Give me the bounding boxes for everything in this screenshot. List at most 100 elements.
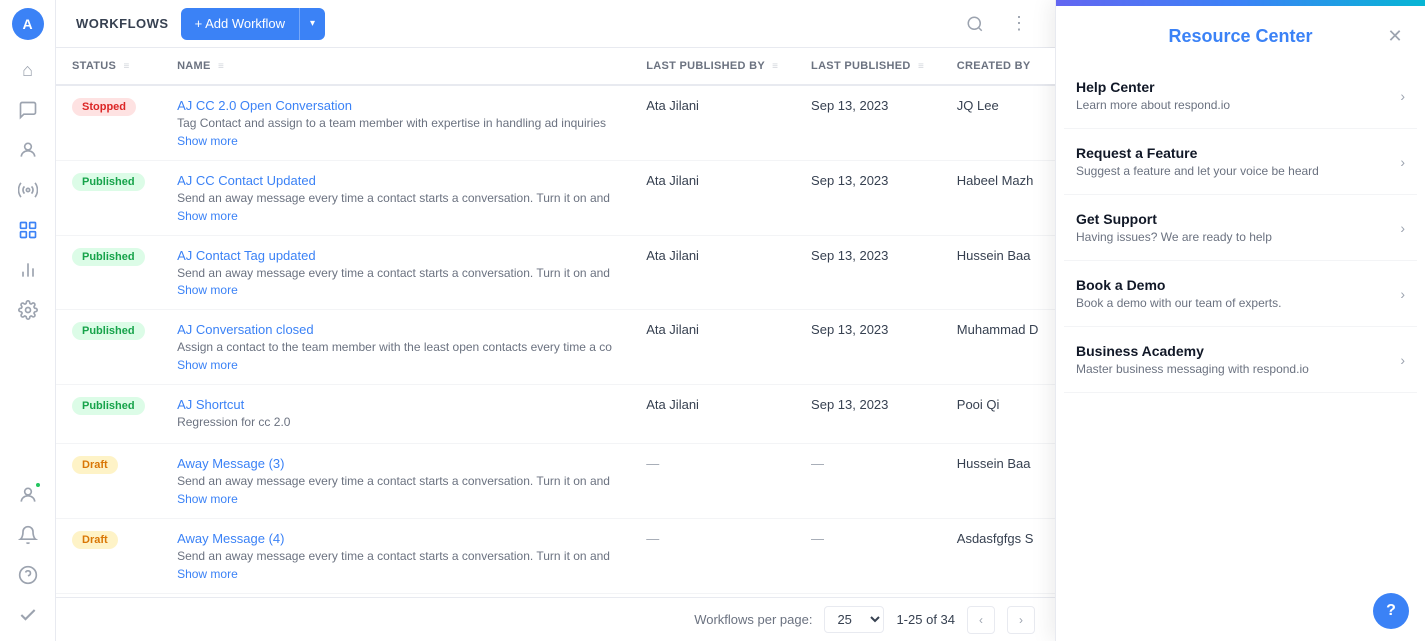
name-cell: AJ CC Contact Updated Send an away messa… bbox=[161, 160, 630, 235]
show-more-link[interactable]: Show more bbox=[177, 492, 614, 506]
show-more-link[interactable]: Show more bbox=[177, 134, 614, 148]
status-badge: Stopped bbox=[72, 98, 136, 116]
status-column-header[interactable]: STATUS ≡ bbox=[56, 48, 161, 85]
resource-item-desc: Master business messaging with respond.i… bbox=[1076, 362, 1392, 376]
contacts-icon[interactable] bbox=[10, 132, 46, 168]
lp-filter-icon: ≡ bbox=[918, 61, 924, 72]
chevron-right-icon: › bbox=[1400, 352, 1405, 368]
last-published-by-cell: — bbox=[630, 518, 795, 593]
table-row: Published AJ Contact Tag updated Send an… bbox=[56, 235, 1055, 310]
resource-item-content: Business Academy Master business messagi… bbox=[1076, 343, 1392, 376]
per-page-select[interactable]: 25 50 100 bbox=[824, 606, 884, 633]
last-published-by-column-header[interactable]: LAST PUBLISHED BY ≡ bbox=[630, 48, 795, 85]
show-more-link[interactable]: Show more bbox=[177, 209, 614, 223]
created-by-column-header[interactable]: CREATED BY bbox=[941, 48, 1055, 85]
workflow-name-link[interactable]: AJ Contact Tag updated bbox=[177, 248, 614, 263]
status-cell: Published bbox=[56, 385, 161, 444]
table-header: STATUS ≡ NAME ≡ LAST PUBLISHED BY ≡ LAST… bbox=[56, 48, 1055, 85]
table-row: Published AJ Conversation closed Assign … bbox=[56, 310, 1055, 385]
page-range: 1-25 of 34 bbox=[896, 612, 955, 627]
settings-icon[interactable] bbox=[10, 292, 46, 328]
resource-item-2[interactable]: Get Support Having issues? We are ready … bbox=[1064, 195, 1417, 261]
workflow-name-link[interactable]: AJ CC Contact Updated bbox=[177, 173, 614, 188]
chevron-right-icon: › bbox=[1400, 286, 1405, 302]
resource-item-title: Book a Demo bbox=[1076, 277, 1392, 293]
resource-item-title: Request a Feature bbox=[1076, 145, 1392, 161]
name-cell: AJ Conversation closed Assign a contact … bbox=[161, 310, 630, 385]
close-panel-button[interactable]: ✕ bbox=[1381, 22, 1409, 50]
last-published-cell: — bbox=[795, 518, 941, 593]
user-online-icon[interactable] bbox=[10, 477, 46, 513]
resource-center-panel: Resource Center ✕ Help Center Learn more… bbox=[1055, 0, 1425, 641]
resource-item-content: Book a Demo Book a demo with our team of… bbox=[1076, 277, 1392, 310]
page-title: WORKFLOWS bbox=[76, 16, 169, 31]
show-more-link[interactable]: Show more bbox=[177, 283, 614, 297]
last-published-by-cell: — bbox=[630, 443, 795, 518]
lpb-filter-icon: ≡ bbox=[772, 61, 778, 72]
created-by-cell: Hussein Baa bbox=[941, 443, 1055, 518]
add-workflow-label: + Add Workflow bbox=[181, 16, 299, 31]
show-more-link[interactable]: Show more bbox=[177, 358, 614, 372]
bell-icon[interactable] bbox=[10, 517, 46, 553]
name-cell: Away Message (4) Send an away message ev… bbox=[161, 518, 630, 593]
resource-item-4[interactable]: Business Academy Master business messagi… bbox=[1064, 327, 1417, 393]
workflow-desc: Tag Contact and assign to a team member … bbox=[177, 115, 614, 132]
status-badge: Draft bbox=[72, 456, 118, 474]
home-icon[interactable]: ⌂ bbox=[10, 52, 46, 88]
workflow-name-link[interactable]: Away Message (3) bbox=[177, 456, 614, 471]
chevron-right-icon: › bbox=[1400, 220, 1405, 236]
chevron-right-icon: › bbox=[1400, 154, 1405, 170]
last-published-cell: Sep 13, 2023 bbox=[795, 385, 941, 444]
status-badge: Draft bbox=[72, 531, 118, 549]
panel-title: Resource Center bbox=[1168, 26, 1312, 47]
workflow-name-link[interactable]: AJ CC 2.0 Open Conversation bbox=[177, 98, 614, 113]
workflow-desc: Send an away message every time a contac… bbox=[177, 548, 614, 565]
workflow-name-link[interactable]: Away Message (4) bbox=[177, 531, 614, 546]
created-by-cell: Asdasfgfgs S bbox=[941, 518, 1055, 593]
resource-item-title: Help Center bbox=[1076, 79, 1392, 95]
status-cell: Draft bbox=[56, 443, 161, 518]
search-button[interactable] bbox=[959, 8, 991, 40]
workflow-desc: Regression for cc 2.0 bbox=[177, 414, 614, 431]
status-cell: Published bbox=[56, 160, 161, 235]
created-by-cell: Muhammad D bbox=[941, 310, 1055, 385]
more-options-button[interactable]: ⋮ bbox=[1003, 8, 1035, 40]
help-badge[interactable]: ? bbox=[1373, 593, 1409, 629]
dropdown-caret-icon[interactable]: ▾ bbox=[300, 18, 325, 29]
resource-item-title: Business Academy bbox=[1076, 343, 1392, 359]
name-column-header[interactable]: NAME ≡ bbox=[161, 48, 630, 85]
show-more-link[interactable]: Show more bbox=[177, 567, 614, 581]
avatar[interactable]: A bbox=[12, 8, 44, 40]
prev-page-button[interactable]: ‹ bbox=[967, 606, 995, 634]
last-published-by-cell: Ata Jilani bbox=[630, 160, 795, 235]
resource-item-0[interactable]: Help Center Learn more about respond.io … bbox=[1064, 63, 1417, 129]
last-published-cell: Sep 13, 2023 bbox=[795, 85, 941, 160]
chat-icon[interactable] bbox=[10, 92, 46, 128]
created-by-cell: Pooi Qi bbox=[941, 385, 1055, 444]
status-badge: Published bbox=[72, 322, 145, 340]
workflow-name-link[interactable]: AJ Shortcut bbox=[177, 397, 614, 412]
add-workflow-button[interactable]: + Add Workflow ▾ bbox=[181, 8, 325, 40]
last-published-by-cell: Ata Jilani bbox=[630, 85, 795, 160]
resource-item-desc: Book a demo with our team of experts. bbox=[1076, 296, 1392, 310]
next-page-button[interactable]: › bbox=[1007, 606, 1035, 634]
last-published-cell: Sep 13, 2023 bbox=[795, 235, 941, 310]
resource-item-3[interactable]: Book a Demo Book a demo with our team of… bbox=[1064, 261, 1417, 327]
workflows-table: STATUS ≡ NAME ≡ LAST PUBLISHED BY ≡ LAST… bbox=[56, 48, 1055, 594]
workflows-icon[interactable] bbox=[10, 212, 46, 248]
reports-icon[interactable] bbox=[10, 252, 46, 288]
resource-item-1[interactable]: Request a Feature Suggest a feature and … bbox=[1064, 129, 1417, 195]
checkmark-icon[interactable] bbox=[10, 597, 46, 633]
question-icon[interactable] bbox=[10, 557, 46, 593]
status-filter-icon: ≡ bbox=[124, 61, 130, 72]
last-published-column-header[interactable]: LAST PUBLISHED ≡ bbox=[795, 48, 941, 85]
status-cell: Stopped bbox=[56, 85, 161, 160]
workflow-name-link[interactable]: AJ Conversation closed bbox=[177, 322, 614, 337]
broadcast-icon[interactable] bbox=[10, 172, 46, 208]
resource-items-list: Help Center Learn more about respond.io … bbox=[1056, 63, 1425, 581]
status-badge: Published bbox=[72, 397, 145, 415]
chevron-right-icon: › bbox=[1400, 88, 1405, 104]
resource-item-title: Get Support bbox=[1076, 211, 1392, 227]
name-cell: AJ Shortcut Regression for cc 2.0 bbox=[161, 385, 630, 444]
last-published-cell: Sep 13, 2023 bbox=[795, 160, 941, 235]
